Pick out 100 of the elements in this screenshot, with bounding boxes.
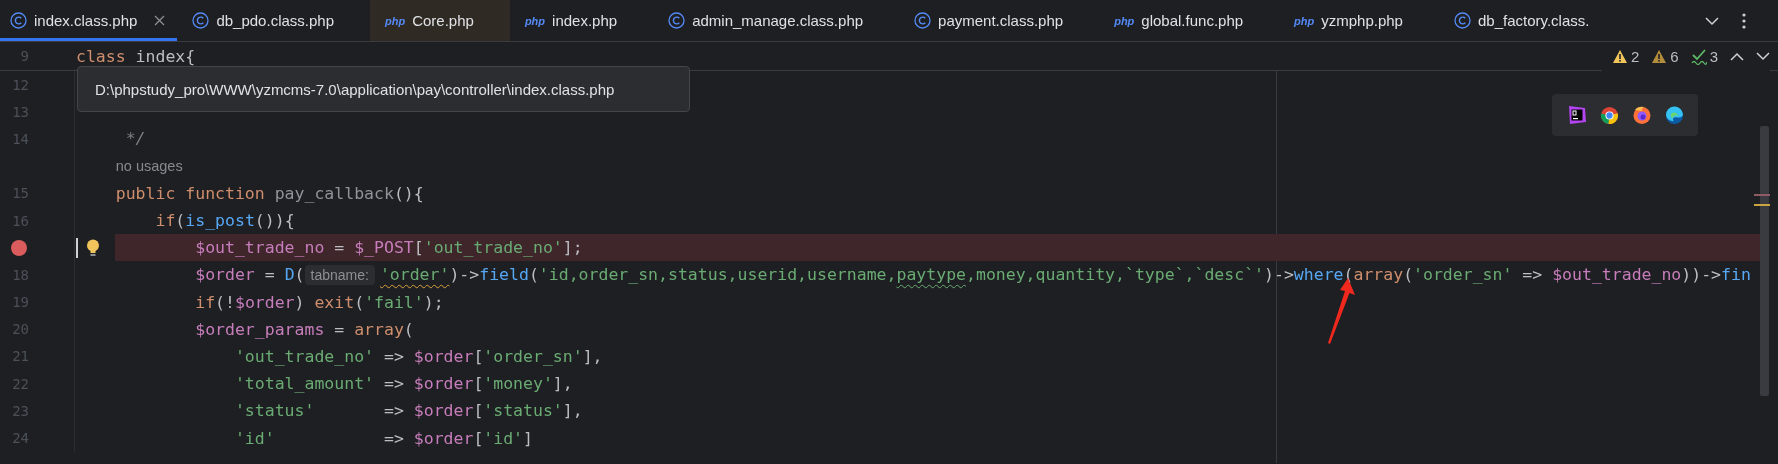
class-icon [10,12,27,29]
code-token: => [382,401,405,421]
editor-tab[interactable]: php Core.php [370,0,510,41]
code-token: $order [413,374,474,394]
code-token: 'id' [483,428,524,448]
inspection-counter[interactable]: 6 [1651,48,1679,65]
php-file-icon: php [524,14,546,27]
code-token: 'order_sn' [1413,265,1513,285]
code-token: => [382,428,405,448]
code-token: 'fail' [364,292,424,312]
code-token: )-> [1264,265,1294,285]
browser-icon[interactable] [1599,105,1619,125]
code-token: 'status' [483,401,563,421]
code-token: is_post [185,211,255,231]
code-token: ,money,quantity,`type`,`desc`' [966,265,1265,285]
code-token: 'total_amount' [234,374,374,394]
code-token: [ [473,374,484,394]
chevron-up-icon[interactable] [1730,52,1744,61]
code-token: = [263,265,276,285]
editor-tab[interactable]: php global.func.php [1099,0,1280,41]
code-token: where [1293,265,1344,285]
editor-tab[interactable]: payment.class.php [899,0,1100,41]
code-token: $order [413,346,474,366]
code-token: ]; [562,238,583,258]
code-token: [ [413,238,424,258]
code-token: $order_params [195,319,325,339]
editor-tab[interactable]: php index.php [509,0,654,41]
code-token: ))-> [1681,265,1722,285]
close-icon[interactable] [154,15,166,26]
code-token: [ [473,428,484,448]
code-token: 'order' [379,265,450,285]
code-token: )-> [449,265,480,285]
php-file-icon: php [1114,14,1135,27]
php-file-icon: php [385,14,406,27]
code-token: $order [413,401,474,421]
code-token: pay_callback [274,183,394,203]
code-token: if [195,292,216,312]
code-token: => [1521,265,1544,285]
code-token: ( [354,292,365,312]
code-token: $order [234,292,295,312]
code-token: index{ [134,46,196,66]
code-token: array [354,319,404,339]
code-token: ( [175,211,186,231]
code-token: ], [562,401,583,421]
code-token: ()){ [254,211,295,231]
inspection-counter[interactable]: 3 [1690,48,1718,65]
warning-icon [1611,49,1628,64]
code-token: $order [195,265,255,285]
code-token: => [382,346,405,366]
check-wave-icon [1690,48,1707,65]
editor-tab[interactable]: db_pdo.class.php [177,0,370,41]
class-icon [914,12,932,29]
php-file-icon: php [1294,14,1315,27]
code-token: => [382,374,405,394]
ide-icon[interactable] [1566,105,1587,125]
code-token: $order [413,428,474,448]
code-token: 'id,order_sn,status,userid,username, [538,265,897,285]
code-token: 'order_sn' [483,346,583,366]
editor-tab[interactable]: php yzmphp.php [1279,0,1439,41]
code-token: ( [528,265,539,285]
code-token: ( [403,319,414,339]
code-token: class [76,46,126,66]
code-token: ) [294,292,306,312]
code-token: public function [115,183,266,203]
code-token: fin [1721,265,1751,285]
code-token: $_POST [354,238,414,258]
inspection-counter[interactable]: 2 [1611,48,1640,65]
chevron-down-icon[interactable] [1756,52,1770,61]
lightbulb-icon[interactable] [86,239,100,258]
code-token: = [333,238,346,258]
file-path-tooltip: D:\phpstudy_pro\WWW\yzmcms-7.0\application\pay\controller\index.class.php [77,66,690,112]
parameter-hint: tabname: [304,264,375,285]
code-token: [ [473,401,484,421]
browser-icon[interactable] [1631,105,1652,125]
scrollbar-thumb[interactable] [1760,126,1769,396]
code-token: array [1353,265,1404,285]
code-token: paytype [896,265,966,285]
code-token: (){ [393,183,424,203]
browser-icon[interactable] [1664,105,1684,125]
editor-tab[interactable]: admin_manage.class.php [653,0,900,41]
editor-tab[interactable]: db_factory.class. [1438,0,1626,41]
code-token: ] [523,428,533,448]
editor-tab[interactable]: index.class.php [0,0,178,41]
warning-icon [1651,49,1668,64]
class-icon [668,12,686,29]
code-token: = [333,319,346,339]
code-comment: */ [125,129,146,149]
code-token: [ [473,346,484,366]
code-token: (! [215,292,235,312]
breakpoint-icon[interactable] [11,239,27,256]
code-token: 'out_trade_no' [234,346,374,366]
code-token: exit [314,292,355,312]
code-token: 'out_trade_no' [423,238,563,258]
code-token: $out_trade_no [1552,265,1682,285]
code-token: ( [1343,265,1354,285]
class-icon [192,12,210,29]
code-token: D [284,265,295,285]
code-token: ], [552,374,573,394]
usage-hint[interactable]: no usages [115,158,183,175]
code-token: $out_trade_no [195,238,325,258]
